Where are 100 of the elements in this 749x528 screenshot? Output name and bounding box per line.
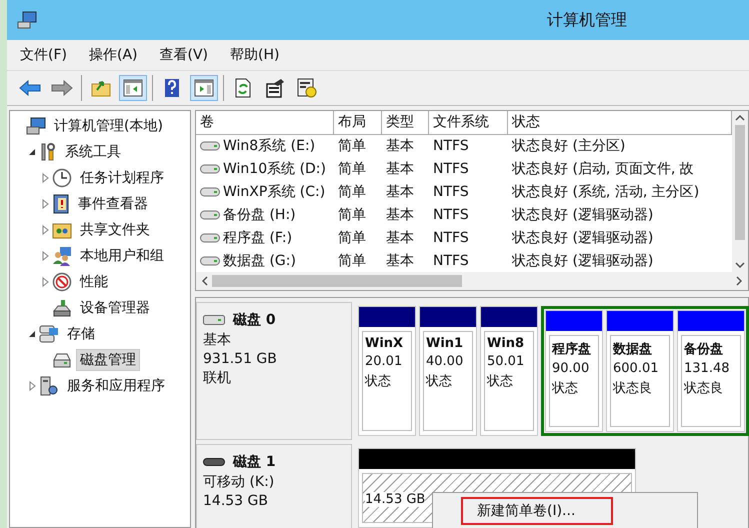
partition-status: 状态 [487, 373, 514, 390]
disk-info-panel[interactable]: 磁盘 1 可移动 (K:) 14.53 GB [196, 444, 352, 528]
table-cell-text: 状态良好 (系统, 活动, 主分区) [511, 182, 700, 202]
disk-detail: 基本 [203, 331, 232, 349]
computer-icon [26, 117, 46, 135]
disk-detail: 联机 [203, 369, 232, 387]
partition-header-bar [359, 307, 415, 327]
table-cell-text: 状态良好 (逻辑驱动器) [511, 206, 654, 224]
collapsed-arrow-icon[interactable] [28, 381, 36, 391]
disk-detail: 931.51 GB [203, 351, 278, 367]
table-cell-text: 简单 [337, 206, 367, 224]
event-log-icon [52, 194, 70, 214]
table-cell-text: 基本 [385, 136, 415, 156]
table-cell-text: 状态良好 (逻辑驱动器) [511, 228, 654, 248]
scroll-up-icon[interactable] [735, 115, 745, 121]
disk-info-panel[interactable]: 磁盘 0 基本 931.51 GB 联机 [196, 302, 352, 440]
tree-item[interactable]: 本地用户和组 [76, 245, 168, 267]
table-cell-text: 状态良好 (启动, 页面文件, 故 [511, 160, 695, 178]
tree-item[interactable]: 磁盘管理 [76, 349, 140, 371]
table-cell-text: 基本 [385, 252, 415, 270]
table-cell-text: NTFS [432, 136, 470, 156]
column-header[interactable]: 卷 [196, 111, 334, 135]
scroll-thumb[interactable] [735, 125, 745, 240]
expanded-arrow-icon[interactable] [28, 330, 36, 338]
table-cell-text: NTFS [432, 182, 470, 202]
vertical-scrollbar[interactable] [732, 111, 748, 272]
storage-icon [39, 324, 59, 344]
table-cell-text: 简单 [337, 252, 367, 270]
volume-name: 程序盘 (F:) [223, 228, 292, 246]
toolbar-button[interactable] [190, 75, 218, 101]
column-header[interactable]: 类型 [382, 111, 429, 135]
partition-name: 程序盘 [552, 340, 592, 358]
table-cell-text: 简单 [337, 182, 367, 202]
table-cell-text: 基本 [385, 160, 415, 178]
tree-item[interactable]: 系统工具 [61, 141, 125, 163]
scroll-down-icon[interactable] [735, 262, 745, 268]
tree-item[interactable]: 共享文件夹 [76, 219, 154, 241]
menu-item[interactable]: 操作(A) [80, 43, 146, 67]
window-title: 计算机管理 [547, 10, 627, 30]
tree-item[interactable]: 性能 [76, 271, 112, 293]
tree-item[interactable]: 计算机管理(本地) [50, 115, 167, 137]
table-cell-text: 状态良好 (逻辑驱动器) [511, 252, 654, 270]
folder-up-icon [91, 79, 111, 97]
partition-size: 50.01 [487, 354, 526, 369]
partition-block[interactable]: Win1 40.00 状态 [419, 306, 477, 436]
scroll-left-icon[interactable] [202, 276, 208, 286]
users-icon [52, 246, 72, 266]
collapsed-arrow-icon[interactable] [42, 173, 48, 183]
volume-name: Win8系统 (E:) [223, 136, 316, 154]
tree-item[interactable]: 事件查看器 [74, 193, 152, 215]
table-cell-text: 简单 [337, 228, 367, 248]
console-tree-icon [123, 79, 143, 97]
tree-item[interactable]: 服务和应用程序 [63, 375, 169, 397]
action-pane-icon [194, 79, 214, 97]
device-manager-icon [52, 299, 72, 317]
scroll-right-icon[interactable] [736, 276, 742, 286]
partition-size: 600.01 [613, 361, 660, 376]
computer-management-icon [17, 11, 37, 29]
partition-status: 状态 [365, 373, 392, 390]
tree-item[interactable]: 设备管理器 [76, 297, 154, 319]
drive-icon [200, 232, 220, 242]
column-header[interactable]: 状态 [508, 111, 732, 135]
tree-item[interactable]: 存储 [63, 323, 99, 345]
table-cell-text: 简单 [337, 160, 367, 178]
drive-icon [200, 164, 220, 174]
menu-item[interactable]: 查看(V) [150, 43, 218, 67]
partition-block[interactable]: WinX 20.01 状态 [358, 306, 416, 436]
collapsed-arrow-icon[interactable] [42, 225, 48, 235]
column-header[interactable]: 布局 [334, 111, 382, 135]
partition-size: 14.53 GB [365, 492, 426, 507]
scroll-thumb[interactable] [212, 275, 462, 287]
horizontal-scrollbar[interactable] [196, 272, 748, 290]
toolbar-button[interactable] [119, 75, 147, 101]
partition-size: 131.48 [684, 361, 730, 376]
partition-size: 40.00 [426, 354, 464, 369]
partition-block[interactable]: 数据盘 600.01 状态良 [606, 310, 674, 432]
table-cell-text: NTFS [432, 206, 470, 224]
partition-status: 状态 [552, 380, 579, 397]
partition-block[interactable]: 程序盘 90.00 状态 [545, 310, 603, 432]
disk-detail: 14.53 GB [203, 493, 269, 509]
partition-header-bar [546, 311, 602, 331]
drive-icon [200, 140, 220, 150]
expanded-arrow-icon[interactable] [28, 148, 36, 156]
partition-block[interactable]: 备份盘 131.48 状态良 [677, 310, 745, 432]
partition-block[interactable]: Win8 50.01 状态 [480, 306, 538, 436]
collapsed-arrow-icon[interactable] [42, 251, 48, 261]
collapsed-arrow-icon[interactable] [42, 199, 48, 209]
drive-icon [200, 256, 220, 266]
collapsed-arrow-icon[interactable] [42, 277, 48, 287]
column-header[interactable]: 文件系统 [429, 111, 508, 135]
gauge-icon [52, 272, 72, 292]
shared-folder-icon [52, 221, 72, 239]
partition-name: Win1 [426, 336, 464, 351]
partition-header-bar [420, 307, 476, 327]
menu-item[interactable]: 新建简单卷(I)... [461, 497, 613, 525]
tree-item[interactable]: 任务计划程序 [76, 167, 168, 189]
partition-status: 状态 [426, 373, 453, 390]
menu-item[interactable]: 文件(F) [11, 43, 76, 67]
menu-item[interactable]: 帮助(H) [221, 43, 288, 67]
clock-icon [52, 168, 72, 188]
